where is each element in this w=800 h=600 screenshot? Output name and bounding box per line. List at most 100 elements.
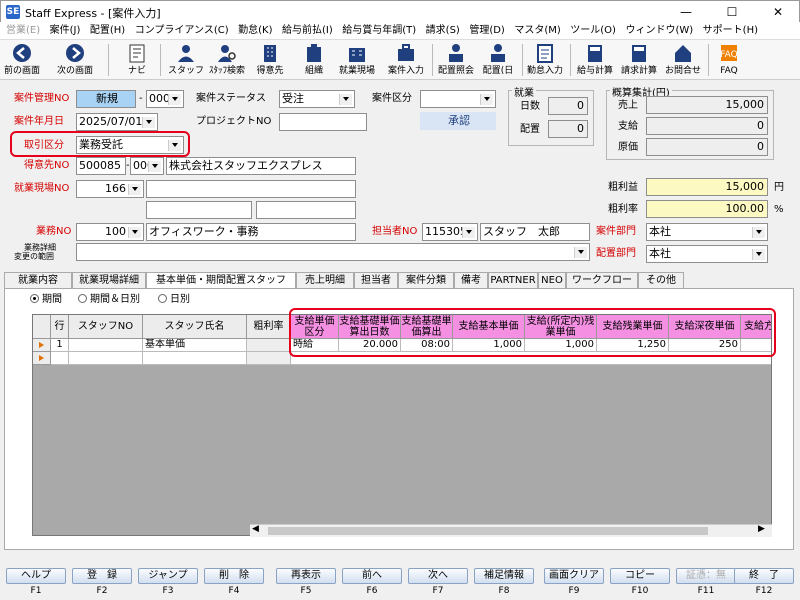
case-input-button[interactable]: 案件入力: [384, 42, 428, 76]
copy-button[interactable]: コピー: [610, 568, 670, 584]
customer-button[interactable]: 得意先: [252, 42, 288, 76]
customer-name-field[interactable]: 株式会社スタッフエクスプレス: [166, 157, 356, 175]
site-extra-field-1[interactable]: [146, 201, 252, 219]
cell-new[interactable]: [51, 352, 69, 365]
menu-attendance[interactable]: 勤怠(K): [238, 22, 272, 40]
job-no-select[interactable]: 100: [76, 223, 144, 241]
cell-new[interactable]: [143, 352, 247, 365]
case-mgmt-sub-select[interactable]: 000: [146, 90, 184, 108]
menu-support[interactable]: サポート(H): [703, 22, 758, 40]
row-selector-1[interactable]: [33, 339, 51, 352]
supplement-button[interactable]: 補足情報: [474, 568, 534, 584]
tab-notes[interactable]: 備考: [454, 272, 488, 289]
site-name-field[interactable]: [146, 180, 356, 198]
jump-button[interactable]: ジャンプ: [138, 568, 198, 584]
minimize-button[interactable]: —: [663, 1, 709, 23]
site-button[interactable]: 就業現場: [334, 42, 380, 76]
menu-admin[interactable]: 管理(D): [469, 22, 505, 40]
case-date-field[interactable]: 2025/07/01: [76, 113, 158, 131]
assign-day-button[interactable]: 配置(日: [478, 42, 518, 76]
site-extra-field-2[interactable]: [256, 201, 356, 219]
tab-partner[interactable]: PARTNER: [488, 272, 538, 289]
attendance-button[interactable]: 勤怠入力: [524, 42, 566, 76]
tab-job-content[interactable]: 就業内容: [4, 272, 72, 289]
case-dept-select[interactable]: 本社: [646, 223, 768, 241]
inquiry-button[interactable]: お問合せ: [662, 42, 704, 76]
maximize-button[interactable]: ☐: [709, 1, 755, 23]
navi-button[interactable]: ナビ: [122, 42, 152, 76]
tab-workflow[interactable]: ワークフロー: [566, 272, 638, 289]
job-name-field[interactable]: オフィスワーク・事務: [146, 223, 356, 241]
radio-period[interactable]: 期間: [30, 294, 62, 306]
cell-more[interactable]: [741, 339, 771, 352]
project-field[interactable]: [279, 113, 367, 131]
radio-daily[interactable]: 日別: [158, 294, 190, 306]
menu-sales[interactable]: 営業(E): [6, 22, 40, 40]
menu-advance[interactable]: 給与前払(I): [282, 22, 333, 40]
grid-horizontal-scrollbar[interactable]: ◀ ▶: [250, 524, 772, 537]
menu-payroll[interactable]: 給与賞与年調(T): [342, 22, 416, 40]
menu-case[interactable]: 案件(J): [50, 22, 81, 40]
case-kind-select[interactable]: [420, 90, 496, 108]
menu-master[interactable]: マスタ(M): [514, 22, 560, 40]
tab-neo[interactable]: NEO: [538, 272, 566, 289]
site-no-select[interactable]: 166: [76, 180, 144, 198]
cell-new[interactable]: [291, 352, 771, 365]
cell-staff-name[interactable]: 基本単価: [143, 339, 247, 352]
cell-new[interactable]: [69, 352, 143, 365]
delete-button[interactable]: 削 除: [204, 568, 264, 584]
scroll-right-icon[interactable]: ▶: [758, 524, 765, 534]
assign-confirm-button[interactable]: 配置照会: [436, 42, 476, 76]
menu-assign[interactable]: 配置(H): [90, 22, 125, 40]
menu-window[interactable]: ウィンドウ(W): [625, 22, 693, 40]
cell-ot-inner[interactable]: 1,000: [525, 339, 597, 352]
register-button[interactable]: 登 録: [72, 568, 132, 584]
next-screen-button[interactable]: 次の画面: [52, 42, 98, 76]
customer-no-field[interactable]: 500085: [76, 157, 126, 175]
menu-compliance[interactable]: コンプライアンス(C): [135, 22, 229, 40]
menu-tools[interactable]: ツール(O): [570, 22, 616, 40]
refresh-button[interactable]: 再表示: [276, 568, 336, 584]
cell-calc[interactable]: 08:00: [401, 339, 453, 352]
row-selector-new[interactable]: [33, 352, 51, 365]
org-button[interactable]: 組織: [296, 42, 332, 76]
cell-staff-no[interactable]: [69, 339, 143, 352]
tab-sales-detail[interactable]: 売上明細: [296, 272, 354, 289]
staff-search-button[interactable]: ｽﾀｯﾌ検索: [206, 42, 248, 76]
payroll-button[interactable]: 給与計算: [574, 42, 616, 76]
scrollbar-thumb[interactable]: [268, 527, 708, 535]
cell-row-no[interactable]: 1: [51, 339, 69, 352]
tab-case-class[interactable]: 案件分類: [398, 272, 454, 289]
tab-other[interactable]: その他: [638, 272, 684, 289]
cell-calc-days[interactable]: 20.000: [339, 339, 401, 352]
cell-pay-kind[interactable]: 時給: [291, 339, 339, 352]
exit-button[interactable]: 終 了: [734, 568, 794, 584]
evidence-button[interactable]: 証憑：無: [676, 568, 736, 584]
cell-ot[interactable]: 1,250: [597, 339, 669, 352]
next-button[interactable]: 次へ: [408, 568, 468, 584]
billing-button[interactable]: 請求計算: [618, 42, 660, 76]
assign-dept-select[interactable]: 本社: [646, 245, 768, 263]
case-mgmt-no-field[interactable]: 新規: [76, 90, 136, 108]
rep-no-select[interactable]: 115305: [422, 223, 478, 241]
scroll-left-icon[interactable]: ◀: [252, 524, 259, 534]
staff-button[interactable]: スタッフ: [168, 42, 204, 76]
tab-site-detail[interactable]: 就業現場詳細: [72, 272, 146, 289]
tab-rep[interactable]: 担当者: [354, 272, 398, 289]
menu-billing[interactable]: 請求(S): [426, 22, 460, 40]
radio-period-daily[interactable]: 期間＆日別: [78, 294, 140, 306]
cell-night[interactable]: 250: [669, 339, 741, 352]
cell-base[interactable]: 1,000: [453, 339, 525, 352]
deal-kind-select[interactable]: 業務受託: [76, 136, 184, 154]
prev-button[interactable]: 前へ: [342, 568, 402, 584]
faq-button[interactable]: FAQ FAQ: [712, 42, 746, 76]
close-button[interactable]: ✕: [755, 1, 800, 23]
approve-button[interactable]: 承認: [420, 112, 496, 130]
customer-sub-select[interactable]: 000: [130, 157, 164, 175]
clear-screen-button[interactable]: 画面クリア: [544, 568, 604, 584]
case-status-select[interactable]: 受注: [279, 90, 355, 108]
help-button[interactable]: ヘルプ: [6, 568, 66, 584]
rep-name-field[interactable]: スタッフ 太郎: [480, 223, 590, 241]
prev-screen-button[interactable]: 前の画面: [2, 42, 42, 76]
job-detail-select[interactable]: [76, 243, 590, 261]
